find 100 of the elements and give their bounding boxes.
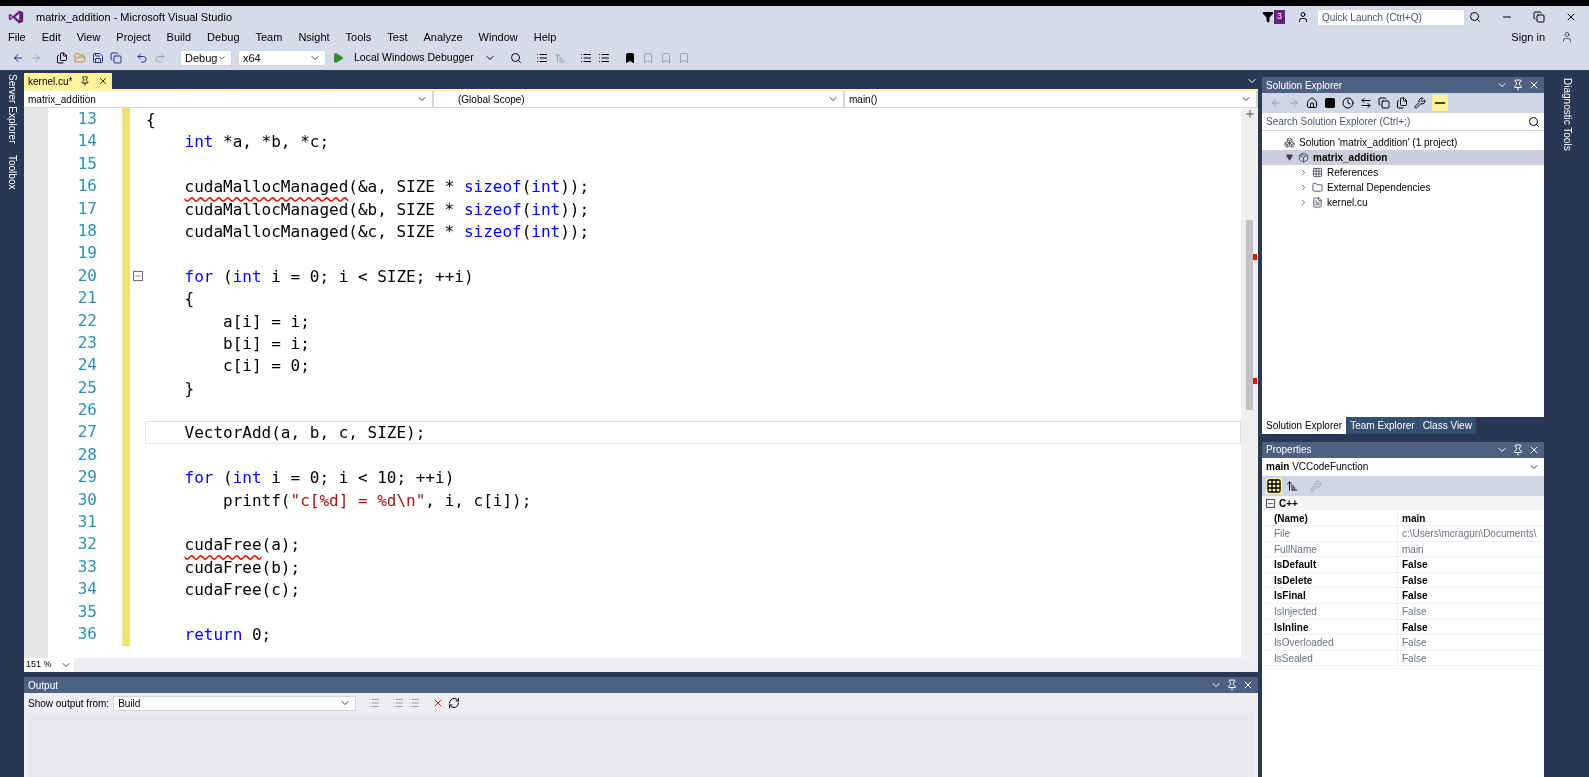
- home-icon[interactable]: [1306, 97, 1318, 109]
- menu-item[interactable]: Build: [166, 28, 192, 46]
- undo-icon[interactable]: [136, 52, 148, 64]
- property-value: False: [1401, 605, 1427, 619]
- platform-dropdown[interactable]: x64: [238, 50, 326, 66]
- property-value: False: [1401, 636, 1427, 650]
- menu-item[interactable]: Help: [533, 28, 557, 46]
- find-icon[interactable]: [509, 52, 522, 64]
- tree-item[interactable]: matrix_addition: [1262, 150, 1544, 165]
- menu-item[interactable]: Tools: [345, 28, 372, 46]
- line-number: 34: [76, 578, 97, 601]
- property-value: False: [1401, 573, 1428, 588]
- menu-item[interactable]: Nsight: [298, 28, 330, 46]
- project-icon: [1298, 152, 1309, 163]
- list-icon[interactable]: [535, 52, 548, 64]
- run-debugger-button[interactable]: Local Windows Debugger: [350, 50, 478, 66]
- collapse-icon[interactable]: [132, 270, 143, 281]
- close-icon[interactable]: [1528, 79, 1540, 91]
- tree-item-label: kernel.cu: [1327, 196, 1368, 210]
- code-line: c[i] = 0;: [222, 355, 311, 377]
- code-line: cudaMallocManaged(&a, SIZE * sizeof(int));: [183, 176, 591, 198]
- line-number: 31: [76, 511, 97, 534]
- panel-title: Properties: [1266, 443, 1312, 457]
- menu-item[interactable]: Project: [116, 28, 151, 46]
- menu-item[interactable]: Team: [255, 28, 283, 46]
- split-icon[interactable]: [1243, 108, 1256, 120]
- sync-icon[interactable]: [1360, 97, 1372, 109]
- configuration-dropdown[interactable]: Debug: [180, 50, 232, 66]
- tree-item[interactable]: Solution 'matrix_addition' (1 project): [1262, 135, 1544, 150]
- word-wrap-icon[interactable]: [448, 697, 461, 709]
- line-number: 14: [76, 130, 97, 153]
- filter-icon[interactable]: [1262, 11, 1274, 23]
- play-icon[interactable]: [332, 52, 344, 64]
- vertical-scrollbar[interactable]: [1241, 108, 1258, 658]
- panel-title: Output: [28, 678, 59, 693]
- alphabetical-icon[interactable]: [1286, 479, 1298, 492]
- menu-item[interactable]: File: [8, 28, 26, 46]
- property-name: IsDefault: [1274, 557, 1398, 572]
- category-label: C++: [1279, 496, 1298, 511]
- menu-item[interactable]: Edit: [41, 28, 61, 46]
- property-name: FullName: [1274, 541, 1398, 557]
- code-line: {: [145, 109, 157, 131]
- property-name: File: [1274, 526, 1398, 541]
- side-tab[interactable]: Diagnostic Tools: [1560, 78, 1575, 151]
- solution-search-field[interactable]: Search Solution Explorer (Ctrl+;): [1262, 113, 1512, 130]
- property-value: False: [1401, 589, 1428, 604]
- search-icon[interactable]: [1528, 115, 1540, 128]
- close-icon[interactable]: [98, 76, 109, 86]
- pin-icon[interactable]: [1512, 443, 1524, 456]
- tree-item[interactable]: kernel.cu: [1262, 195, 1544, 210]
- property-name: IsOverloaded: [1274, 635, 1398, 650]
- copy-icon[interactable]: [1378, 97, 1390, 109]
- code-line: b[i] = i;: [222, 332, 311, 355]
- pin-icon[interactable]: [80, 76, 91, 86]
- pin-icon[interactable]: [1226, 679, 1238, 691]
- quick-launch-field[interactable]: Quick Launch (Ctrl+Q): [1317, 8, 1465, 26]
- solution-icon: [1284, 137, 1295, 148]
- line-number: 19: [76, 242, 97, 265]
- close-icon[interactable]: [1242, 679, 1254, 691]
- line-number: 27: [76, 421, 97, 444]
- collapse-all-icon[interactable]: [1324, 97, 1336, 109]
- categorized-icon[interactable]: [1266, 477, 1282, 494]
- menu-item[interactable]: Test: [387, 28, 408, 46]
- show-all-files-icon[interactable]: [1396, 97, 1408, 109]
- line-number: 21: [76, 287, 97, 310]
- back-icon[interactable]: [12, 52, 24, 64]
- close-icon[interactable]: [1565, 11, 1577, 23]
- menu-item[interactable]: Analyze: [423, 28, 463, 46]
- menu-item[interactable]: Debug: [207, 28, 240, 46]
- side-tab[interactable]: Server Explorer: [4, 74, 20, 144]
- restore-icon[interactable]: [1533, 11, 1545, 23]
- pin-icon[interactable]: [1512, 79, 1524, 91]
- side-tab[interactable]: Toolbox: [4, 155, 20, 190]
- scrollbar-thumb[interactable]: [1246, 220, 1253, 410]
- line-number: 17: [76, 197, 97, 220]
- menu-item[interactable]: Window: [478, 28, 518, 46]
- line-number: 36: [76, 623, 97, 645]
- notification-count[interactable]: 3: [1274, 10, 1285, 24]
- expanded-arrow-icon[interactable]: [1285, 154, 1293, 161]
- tree-item[interactable]: References: [1262, 165, 1544, 180]
- code-line: a[i] = i;: [222, 310, 311, 332]
- property-name: (Name): [1274, 510, 1398, 526]
- output-source-dropdown[interactable]: Build: [113, 695, 357, 711]
- output-source-label: Show output from:: [28, 696, 110, 711]
- comment-icon[interactable]: [579, 52, 592, 64]
- solution-search-box[interactable]: Search Solution Explorer (Ctrl+;): [1262, 113, 1544, 131]
- properties-icon[interactable]: [1414, 97, 1426, 109]
- uncomment-icon[interactable]: [597, 52, 610, 64]
- bookmark-icon[interactable]: [623, 52, 636, 64]
- tree-item[interactable]: External Dependencies: [1262, 180, 1544, 195]
- zoom-dropdown[interactable]: 151 %: [24, 658, 74, 672]
- editor-tab[interactable]: kernel.cu*: [24, 73, 113, 89]
- sign-in-link[interactable]: Sign in: [1511, 28, 1545, 46]
- search-icon[interactable]: [1469, 11, 1481, 23]
- pending-changes-icon[interactable]: [1342, 97, 1354, 109]
- line-number: 28: [76, 443, 97, 466]
- collapse-icon[interactable]: [1266, 498, 1275, 508]
- save-icon[interactable]: [92, 52, 104, 64]
- menu-item[interactable]: View: [76, 28, 101, 46]
- account-icon[interactable]: [1297, 11, 1309, 23]
